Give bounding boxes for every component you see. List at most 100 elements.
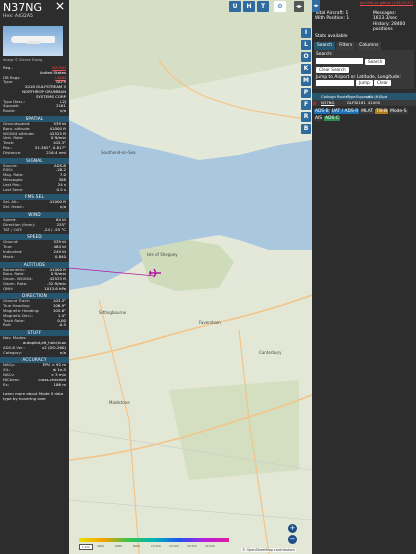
- map-side-button-f[interactable]: F: [301, 100, 311, 110]
- zoom-out-button[interactable]: −: [288, 535, 297, 544]
- detail-key: Roll:: [3, 322, 12, 328]
- aircraft-icon[interactable]: [149, 268, 161, 278]
- detail-key: TAT / OAT:: [3, 226, 23, 232]
- aircraft-photo[interactable]: [3, 26, 63, 56]
- settings-gear-icon[interactable]: ⚙: [274, 1, 286, 12]
- map-label-faversham: Faversham: [199, 320, 221, 325]
- detail-key: QNH:: [3, 285, 14, 291]
- source-badge: TIS-B: [374, 109, 389, 115]
- detail-value: n/a: [59, 108, 66, 114]
- detail-row: Sel. Head.: n/a: [0, 204, 69, 210]
- altitude-tick: 40 000: [205, 544, 215, 548]
- zoom-in-button[interactable]: +: [288, 524, 297, 533]
- altitude-color-scale: [79, 538, 229, 542]
- detail-row: Mach: 0.840: [0, 253, 69, 260]
- map-label-southend: Southend-on-Sea: [101, 150, 136, 155]
- stats-available-link[interactable]: Stats available: [312, 34, 416, 39]
- photo-caption: Image © Steven Ewing: [3, 58, 43, 62]
- column-header[interactable]: Alt.(ft): [367, 93, 380, 100]
- clear-jump-button[interactable]: Clear: [374, 80, 391, 87]
- table-cell: 2161: [356, 100, 366, 106]
- detail-row: Category: n/a: [0, 350, 69, 356]
- flag-icon: ▆: [313, 100, 316, 106]
- detail-value: 1013.6 hPa: [44, 285, 66, 291]
- map-side-button-k[interactable]: K: [301, 64, 311, 74]
- map-button-h[interactable]: H: [243, 1, 255, 12]
- altitude-tick: 6000: [115, 544, 123, 548]
- map-side-button-o[interactable]: O: [301, 52, 311, 62]
- map-side-button-p[interactable]: P: [301, 88, 311, 98]
- detail-value: 0.840: [54, 253, 66, 259]
- detail-key: Distance:: [3, 149, 22, 155]
- tab-columns[interactable]: Columns: [356, 42, 382, 51]
- map-button-u[interactable]: U: [229, 1, 241, 12]
- detail-value: 186 m: [53, 381, 66, 387]
- map-label-sheppey: Isle of Sheppey: [147, 252, 178, 257]
- aircraft-details-panel: N37NG Hex: A432A5 Image © Steven Ewing R…: [0, 0, 69, 554]
- search-button[interactable]: Search: [365, 58, 386, 65]
- expand-arrows-icon[interactable]: ◂▸: [312, 0, 320, 12]
- detail-value: -0.5: [58, 322, 66, 328]
- scale-indicator: 1 km: [79, 544, 93, 550]
- column-header[interactable]: Route: [336, 93, 348, 100]
- detail-row: TAT / OAT: -24 / -55 °C: [0, 226, 69, 233]
- map-side-button-m[interactable]: M: [301, 76, 311, 86]
- collapse-arrows-icon[interactable]: ◂▸: [294, 1, 304, 12]
- tab-search[interactable]: Search: [314, 42, 336, 51]
- with-position: With Position: 1: [315, 16, 350, 22]
- table-cell: [379, 100, 388, 106]
- source-badge: ADS-C: [324, 116, 340, 122]
- history-count: History: 28460 positions: [373, 21, 406, 32]
- table-cell: N37NG: [321, 100, 335, 106]
- detail-row: Route: n/a: [0, 108, 69, 114]
- detail-key: Route:: [3, 108, 16, 114]
- column-header[interactable]: Spd: [379, 93, 388, 100]
- search-input[interactable]: [316, 58, 363, 65]
- source-badge: UAT / ADS-R: [330, 109, 360, 115]
- hex-label: Hex: A432A5: [3, 14, 33, 19]
- source-badge: AIS: [314, 116, 324, 122]
- footer-note: Learn more about Mode S data type by hov…: [3, 391, 64, 402]
- map-view[interactable]: Southend-on-Sea Isle of Sheppey Canterbu…: [69, 0, 312, 554]
- detail-key: Rc:: [3, 381, 10, 387]
- panel-tabs: Search Filters Columns: [314, 42, 414, 51]
- column-header[interactable]: [312, 93, 320, 100]
- source-legend: ADS-B UAT / ADS-R MLAT TIS-B Mode-S AIS ADS-C: [312, 106, 416, 122]
- map-side-button-i[interactable]: I: [301, 28, 311, 38]
- jump-input[interactable]: [316, 79, 354, 86]
- aircraft-photo-wing-shape: [26, 41, 42, 44]
- detail-key: Reg.:: [3, 65, 13, 70]
- close-icon[interactable]: [56, 2, 64, 10]
- detail-key: Type:: [3, 79, 14, 85]
- map-side-button-b[interactable]: B: [301, 124, 311, 134]
- aircraft-list-panel: ◂▸ tar1090 on github (7/16 07:27) Total …: [312, 0, 416, 554]
- detail-key: Last Seen:: [3, 186, 24, 192]
- altitude-tick: 8000: [133, 544, 141, 548]
- detail-row: Distance: 216.4 nmi: [0, 149, 69, 156]
- altitude-tick: 10 000: [151, 544, 161, 548]
- altitude-tick: 30 000: [187, 544, 197, 548]
- tab-filters[interactable]: Filters: [336, 42, 356, 51]
- map-label-sittingbourne: Sittingbourne: [99, 310, 127, 315]
- table-cell: GLF5: [347, 100, 357, 106]
- column-header[interactable]: Callsign: [320, 93, 336, 100]
- source-badge: ADS-B: [314, 109, 330, 115]
- map-attribution[interactable]: © OpenStreetMap contributors: [241, 548, 296, 552]
- clear-search-button[interactable]: Clear Search: [316, 66, 349, 73]
- messages-rate: Messages: 1613.3/sec: [373, 11, 398, 22]
- map-button-t[interactable]: T: [257, 1, 269, 12]
- altitude-tick: 20 000: [169, 544, 179, 548]
- map-side-button-l[interactable]: L: [301, 40, 311, 50]
- map-canvas[interactable]: [69, 0, 312, 554]
- detail-row: Roll: -0.5: [0, 323, 69, 328]
- detail-row: Last Seen: 0.5 s: [0, 186, 69, 193]
- detail-value: -24 / -55 °C: [43, 226, 66, 232]
- jump-button[interactable]: Jump: [356, 80, 373, 87]
- detail-row: QNH: 1013.6 hPa: [0, 285, 69, 292]
- source-badge: MLAT: [360, 109, 374, 115]
- detail-key: Sel. Head.:: [3, 204, 25, 210]
- map-label-maidstone: Maidstone: [109, 400, 130, 405]
- column-header[interactable]: Type: [346, 93, 356, 100]
- column-header[interactable]: Squawk: [355, 93, 371, 100]
- map-side-button-r[interactable]: R: [301, 112, 311, 122]
